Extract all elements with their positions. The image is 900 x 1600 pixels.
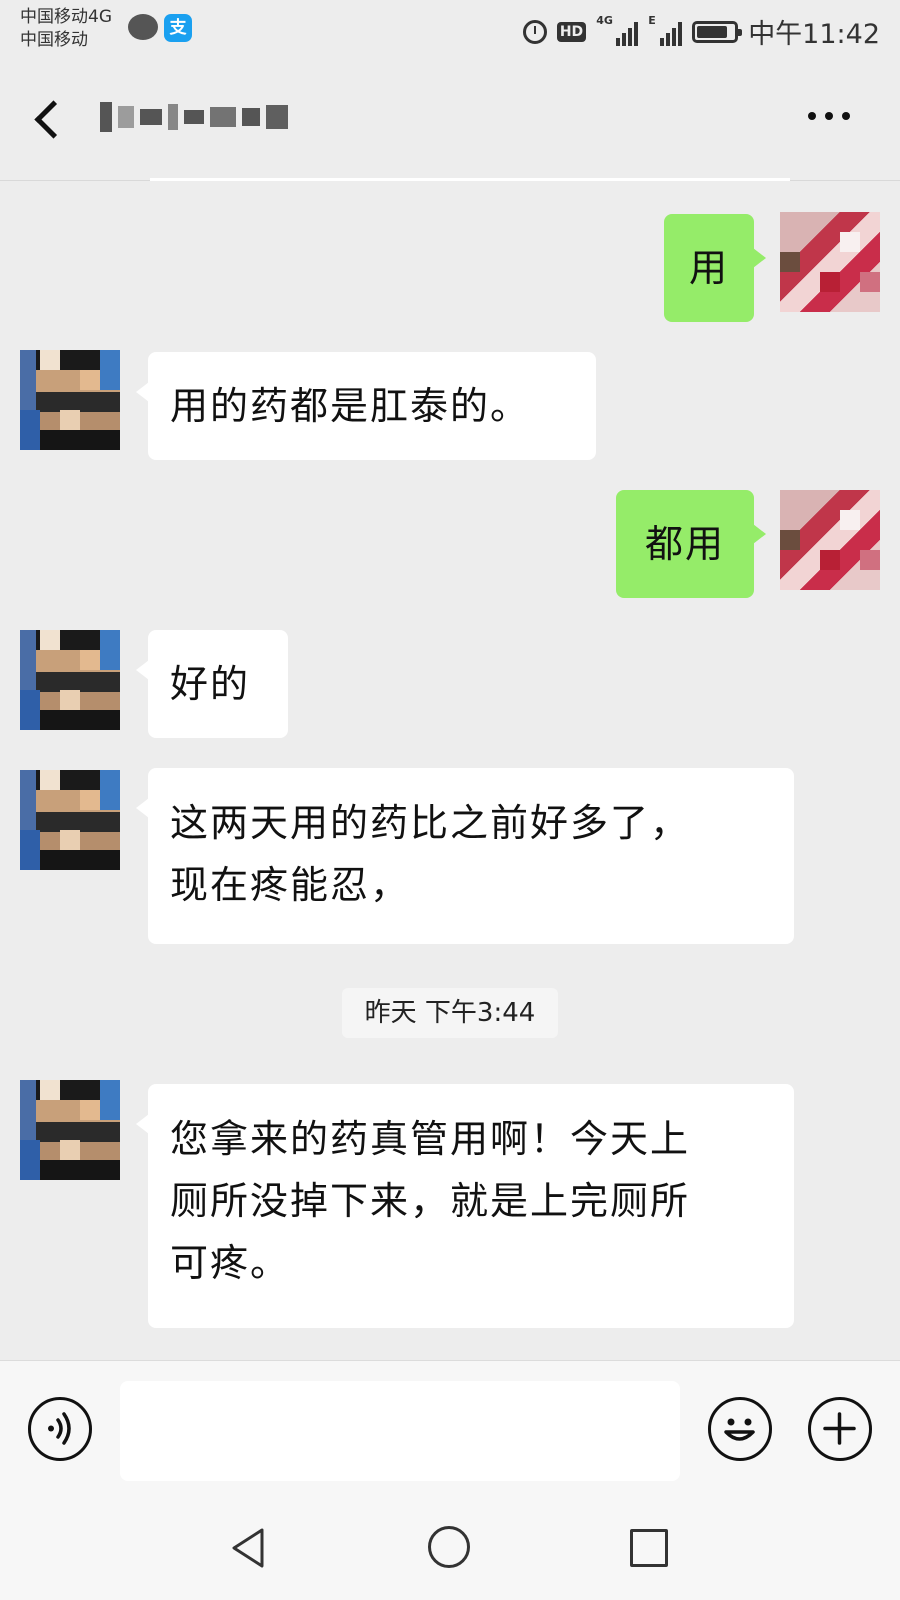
carrier-info: 中国移动4G 中国移动 bbox=[20, 6, 112, 52]
carrier-line-2: 中国移动 bbox=[20, 30, 88, 50]
message-timestamp: 昨天 下午3:44 bbox=[342, 988, 558, 1038]
contact-avatar[interactable] bbox=[20, 1080, 120, 1180]
clock: 中午11:42 bbox=[748, 19, 880, 50]
my-avatar[interactable] bbox=[780, 212, 880, 312]
battery-icon bbox=[692, 20, 743, 43]
message-bubble-incoming[interactable]: 用的药都是肛泰的。 bbox=[136, 352, 596, 460]
more-button[interactable] bbox=[808, 112, 850, 120]
previous-message-edge bbox=[150, 178, 790, 181]
nav-back-icon bbox=[232, 1528, 264, 1568]
emoji-icon bbox=[724, 1418, 755, 1441]
nav-back-button[interactable] bbox=[228, 1526, 272, 1570]
status-bar: 中国移动4G 中国移动 支 HD 4G E 中午11:42 bbox=[0, 0, 900, 62]
edge-label: E bbox=[648, 13, 656, 27]
system-nav-bar bbox=[0, 1496, 900, 1600]
voice-button[interactable] bbox=[28, 1397, 92, 1461]
nav-recent-icon[interactable] bbox=[630, 1529, 668, 1567]
chat-header bbox=[0, 62, 900, 181]
plus-button[interactable] bbox=[808, 1397, 872, 1461]
contact-avatar[interactable] bbox=[20, 350, 120, 450]
plus-icon bbox=[823, 1412, 856, 1445]
chat-input-bar bbox=[0, 1360, 900, 1497]
message-bubble-incoming[interactable]: 好的 bbox=[136, 630, 288, 738]
notification-icons: 支 bbox=[128, 14, 192, 42]
message-bubble-incoming[interactable]: 这两天用的药比之前好多了， 现在疼能忍， bbox=[136, 768, 794, 944]
emoji-button[interactable] bbox=[708, 1397, 772, 1461]
chat-bubble-icon bbox=[128, 14, 158, 40]
contact-avatar[interactable] bbox=[20, 630, 120, 730]
voice-icon bbox=[48, 1412, 71, 1445]
contact-name-pixelated bbox=[100, 100, 290, 134]
message-bubble-incoming[interactable]: 您拿来的药真管用啊！今天上 厕所没掉下来，就是上完厕所 可疼。 bbox=[136, 1084, 794, 1328]
network-type-label: 4G bbox=[596, 13, 613, 27]
contact-avatar[interactable] bbox=[20, 770, 120, 870]
back-button[interactable] bbox=[30, 98, 56, 124]
alarm-icon bbox=[522, 19, 547, 44]
message-input[interactable] bbox=[120, 1381, 680, 1481]
more-dots-icon bbox=[808, 112, 816, 120]
nav-home-icon[interactable] bbox=[428, 1526, 470, 1568]
system-indicators: HD 4G E 中午11:42 bbox=[522, 12, 880, 51]
alipay-icon: 支 bbox=[164, 14, 192, 42]
signal-icon: 4G bbox=[596, 14, 639, 46]
my-avatar[interactable] bbox=[780, 490, 880, 590]
message-bubble-outgoing[interactable]: 都用 bbox=[616, 490, 766, 598]
carrier-line-1: 中国移动4G bbox=[20, 7, 112, 27]
message-bubble-outgoing[interactable]: 用 bbox=[664, 214, 766, 322]
hd-icon: HD bbox=[556, 21, 587, 42]
signal-icon-2: E bbox=[648, 14, 683, 46]
